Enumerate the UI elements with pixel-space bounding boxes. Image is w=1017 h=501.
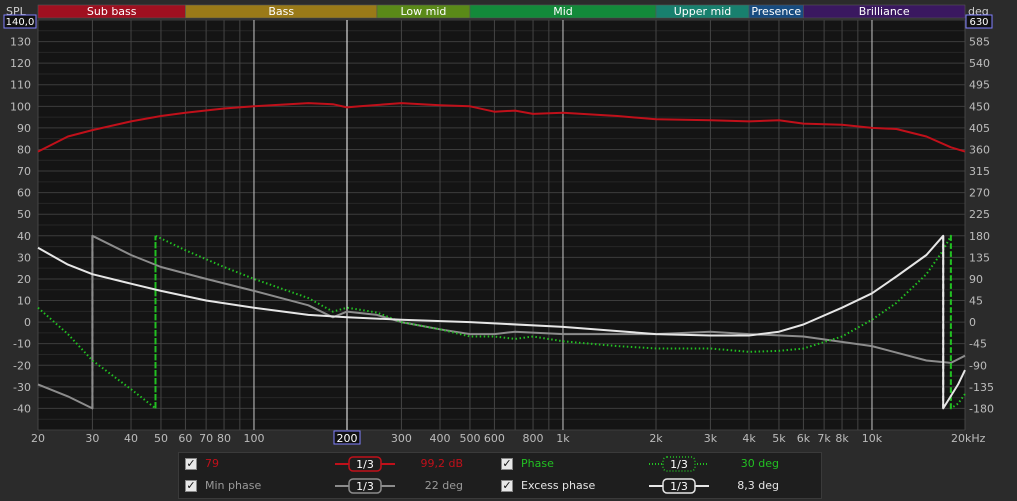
band-label-1: Bass: [268, 5, 294, 18]
smoothing-min-phase-label: 1/3: [356, 480, 374, 493]
x-tick-label: 20kHz: [951, 432, 986, 445]
y-left-tick-label: 90: [17, 122, 31, 135]
legend-name-excess-phase: Excess phase: [521, 479, 596, 492]
frequency-bands[interactable]: Sub bass Bass Low mid Mid Upper mid Presence B…: [37, 4, 966, 19]
y-right-tick-label: 540: [969, 57, 990, 70]
legend-value-79: 99,2 dB: [420, 457, 463, 470]
x-tick-label: 20: [31, 432, 45, 445]
y-left-tick-label: 110: [10, 79, 31, 92]
x-tick-label: 400: [430, 432, 451, 445]
y-left-tick-label: 120: [10, 57, 31, 70]
band-label-4: Upper mid: [674, 5, 732, 18]
y-left-tick-label: 80: [17, 143, 31, 156]
y-axis-left: 1301201101009080706050403020100-10-20-30…: [10, 36, 31, 416]
y-left-tick-label: 50: [17, 208, 31, 221]
x-tick-label: 600: [484, 432, 505, 445]
y-right-tick-label: 180: [969, 230, 990, 243]
smoothing-phase-button[interactable]: 1/3: [649, 456, 709, 472]
smoothing-excess-phase-label: 1/3: [670, 480, 688, 493]
x-axis: 20 30 40 50 60 70 80 100 300 400 500 600 800 1k 2k 3k 4k…: [31, 432, 986, 445]
x-tick-label: 40: [124, 432, 138, 445]
show-min-phase-checkbox[interactable]: ✓: [185, 480, 197, 492]
y-right-tick-label: 0: [969, 316, 976, 329]
y-right-tick-label: 225: [969, 208, 990, 221]
y-left-tick-label: 70: [17, 165, 31, 178]
y-right-tick-label: 450: [969, 100, 990, 113]
x-tick-label: 7k: [817, 432, 831, 445]
x-tick-label: 4k: [742, 432, 756, 445]
y-left-tick-label: 30: [17, 251, 31, 264]
frequency-response-chart[interactable]: Sub bass Bass Low mid Mid Upper mid Presence B…: [0, 0, 1017, 450]
x-tick-label: 80: [217, 432, 231, 445]
x-tick-label: 70: [199, 432, 213, 445]
x-tick-label: 300: [391, 432, 412, 445]
y-left-tick-label: 130: [10, 36, 31, 49]
y-left-tick-label: -30: [13, 381, 31, 394]
smoothing-79-button[interactable]: 1/3: [335, 456, 395, 472]
y-axis-right: 58554049545040536031527022518013590450-4…: [969, 36, 994, 416]
show-excess-phase-checkbox[interactable]: ✓: [501, 480, 513, 492]
band-label-5: Presence: [751, 5, 801, 18]
legend-value-phase: 30 deg: [740, 457, 779, 470]
smoothing-79-label: 1/3: [356, 458, 374, 471]
cursor-label: 200: [337, 432, 358, 445]
y-right-tick-label: 45: [969, 295, 983, 308]
y-left-tick-label: 40: [17, 230, 31, 243]
legend-name-79: 79: [205, 457, 219, 470]
x-tick-label: 1k: [556, 432, 570, 445]
y-right-tick-label: 315: [969, 165, 990, 178]
y-left-tick-label: 20: [17, 273, 31, 286]
smoothing-min-phase-button[interactable]: 1/3: [335, 478, 395, 494]
y-right-tick-label: 405: [969, 122, 990, 135]
x-tick-label: 8k: [835, 432, 849, 445]
band-label-2: Low mid: [400, 5, 446, 18]
right-top-value: 630: [969, 17, 988, 28]
band-label-6: Brilliance: [859, 5, 910, 18]
y-left-tick-label: 10: [17, 295, 31, 308]
show-79-checkbox[interactable]: ✓: [185, 458, 197, 470]
y-right-tick-label: 585: [969, 36, 990, 49]
y-left-tick-label: 0: [24, 316, 31, 329]
x-tick-label: 60: [178, 432, 192, 445]
y-right-tick-label: -45: [969, 338, 987, 351]
band-label-0: Sub bass: [87, 5, 137, 18]
y-right-tick-label: 360: [969, 143, 990, 156]
y-left-tick-label: -10: [13, 338, 31, 351]
legend-panel: ✓ 79 1/3 99,2 dB ✓ Phase 1/3 30 deg ✓ Mi…: [178, 452, 822, 499]
legend-name-phase: Phase: [521, 457, 554, 470]
legend-name-min-phase: Min phase: [205, 479, 262, 492]
y-right-tick-label: 90: [969, 273, 983, 286]
x-tick-label: 5k: [772, 432, 786, 445]
left-top-value: 140,0: [6, 17, 35, 28]
x-tick-label: 10k: [862, 432, 883, 445]
legend-value-min-phase: 22 deg: [424, 479, 463, 492]
x-tick-label: 100: [243, 432, 264, 445]
y-left-tick-label: 100: [10, 100, 31, 113]
y-left-tick-label: 60: [17, 187, 31, 200]
x-tick-label: 800: [523, 432, 544, 445]
y-right-tick-label: 495: [969, 79, 990, 92]
y-left-tick-label: -40: [13, 402, 31, 415]
smoothing-excess-phase-button[interactable]: 1/3: [649, 478, 709, 494]
y-left-tick-label: -20: [13, 359, 31, 372]
x-tick-label: 500: [459, 432, 480, 445]
x-tick-label: 6k: [797, 432, 811, 445]
y-right-tick-label: 135: [969, 251, 990, 264]
x-tick-label: 2k: [649, 432, 663, 445]
x-tick-label: 30: [85, 432, 99, 445]
y-right-tick-label: -90: [969, 359, 987, 372]
show-phase-checkbox[interactable]: ✓: [501, 458, 513, 470]
y-right-tick-label: -180: [969, 402, 994, 415]
y-right-tick-label: -135: [969, 381, 994, 394]
band-label-3: Mid: [553, 5, 573, 18]
x-tick-label: 3k: [704, 432, 718, 445]
smoothing-phase-label: 1/3: [670, 458, 688, 471]
y-right-tick-label: 270: [969, 187, 990, 200]
legend-value-excess-phase: 8,3 deg: [737, 479, 779, 492]
x-tick-label: 50: [154, 432, 168, 445]
